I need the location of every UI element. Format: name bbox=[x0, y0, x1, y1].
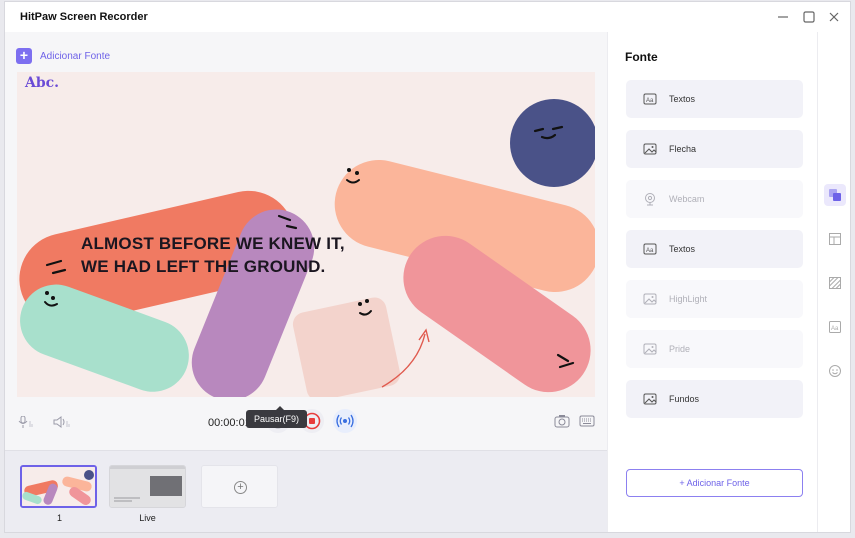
source-item-pride[interactable]: Pride bbox=[626, 330, 803, 368]
image-icon bbox=[643, 342, 657, 356]
source-item-label: Pride bbox=[669, 344, 691, 354]
canvas-headline: ALMOST BEFORE WE KNEW IT, WE HAD LEFT TH… bbox=[81, 232, 441, 278]
add-source-button[interactable]: + Adicionar Fonte bbox=[16, 47, 110, 65]
source-item-flecha[interactable]: Flecha bbox=[626, 130, 803, 168]
scene-label-live: Live bbox=[139, 513, 156, 523]
live-stream-button[interactable] bbox=[333, 409, 357, 433]
headline-line-1: ALMOST BEFORE WE KNEW IT, bbox=[81, 234, 345, 253]
scene-strip: 1 Live + bbox=[5, 450, 607, 532]
source-item-label: Webcam bbox=[669, 194, 705, 204]
image-icon bbox=[643, 142, 657, 156]
plus-icon: + bbox=[16, 48, 32, 64]
app-window: HitPaw Screen Recorder + Adicionar Fonte bbox=[4, 1, 851, 533]
source-item-textos-2[interactable]: Aa Textos bbox=[626, 230, 803, 268]
text-icon: Aa bbox=[643, 92, 657, 106]
stage-area: + Adicionar Fonte Abc. ALMOST BEFORE WE … bbox=[5, 32, 607, 450]
source-item-highlight[interactable]: HighLight bbox=[626, 280, 803, 318]
navy-circle bbox=[510, 99, 595, 187]
scene-thumbnail-live[interactable] bbox=[109, 465, 186, 508]
svg-text:Aa: Aa bbox=[646, 98, 654, 104]
side-toolbar: Aa bbox=[817, 32, 850, 532]
text-tool-icon[interactable]: Aa bbox=[824, 316, 846, 338]
svg-text:Aa: Aa bbox=[831, 326, 839, 332]
layout-tool-icon[interactable] bbox=[824, 228, 846, 250]
source-item-label: Flecha bbox=[669, 144, 697, 154]
panel-title: Fonte bbox=[625, 50, 658, 64]
background-tool-icon[interactable] bbox=[824, 272, 846, 294]
webcam-icon bbox=[643, 192, 657, 206]
maximize-icon[interactable] bbox=[802, 10, 816, 24]
keyboard-icon[interactable] bbox=[579, 414, 595, 431]
sticker-tool-icon[interactable] bbox=[824, 360, 846, 382]
scene-1-preview bbox=[22, 467, 95, 506]
recording-timer: 00:00:01 bbox=[208, 417, 251, 429]
add-scene-button[interactable]: + bbox=[201, 465, 278, 508]
svg-text:Aa: Aa bbox=[646, 248, 654, 254]
sources-tool-icon[interactable] bbox=[824, 184, 846, 206]
scene-live-preview bbox=[110, 466, 185, 507]
source-panel: Fonte Aa Textos Flecha Webcam Aa Textos … bbox=[607, 32, 817, 532]
scene-label-1: 1 bbox=[56, 513, 62, 523]
headline-line-2: WE HAD LEFT THE GROUND. bbox=[81, 257, 326, 276]
image-icon bbox=[643, 392, 657, 406]
scene-thumbnail-1[interactable] bbox=[20, 465, 97, 508]
title-bar: HitPaw Screen Recorder bbox=[5, 2, 850, 32]
pause-tooltip: Pausar(F9) bbox=[246, 406, 308, 428]
speaker-icon[interactable] bbox=[53, 416, 71, 431]
add-source-label: Adicionar Fonte bbox=[40, 50, 111, 62]
text-icon: Aa bbox=[643, 242, 657, 256]
preview-canvas[interactable]: Abc. ALMOST BEFORE WE KNEW IT, WE HAD LE… bbox=[17, 72, 595, 397]
camera-icon[interactable] bbox=[554, 414, 570, 431]
add-circle-icon: + bbox=[234, 481, 247, 494]
microphone-icon[interactable] bbox=[18, 415, 34, 431]
close-icon[interactable] bbox=[827, 10, 841, 24]
app-title: HitPaw Screen Recorder bbox=[20, 11, 148, 23]
abc-logo: Abc. bbox=[25, 75, 60, 91]
minimize-icon[interactable] bbox=[776, 10, 790, 24]
add-source-panel-button[interactable]: + Adicionar Fonte bbox=[626, 469, 803, 497]
source-item-textos[interactable]: Aa Textos bbox=[626, 80, 803, 118]
source-item-fundos[interactable]: Fundos bbox=[626, 380, 803, 418]
source-item-label: Fundos bbox=[669, 394, 700, 404]
source-item-label: HighLight bbox=[669, 294, 708, 304]
source-item-webcam[interactable]: Webcam bbox=[626, 180, 803, 218]
blush-square bbox=[292, 297, 401, 397]
image-icon bbox=[643, 292, 657, 306]
source-item-label: Textos bbox=[669, 244, 696, 254]
source-item-label: Textos bbox=[669, 94, 696, 104]
